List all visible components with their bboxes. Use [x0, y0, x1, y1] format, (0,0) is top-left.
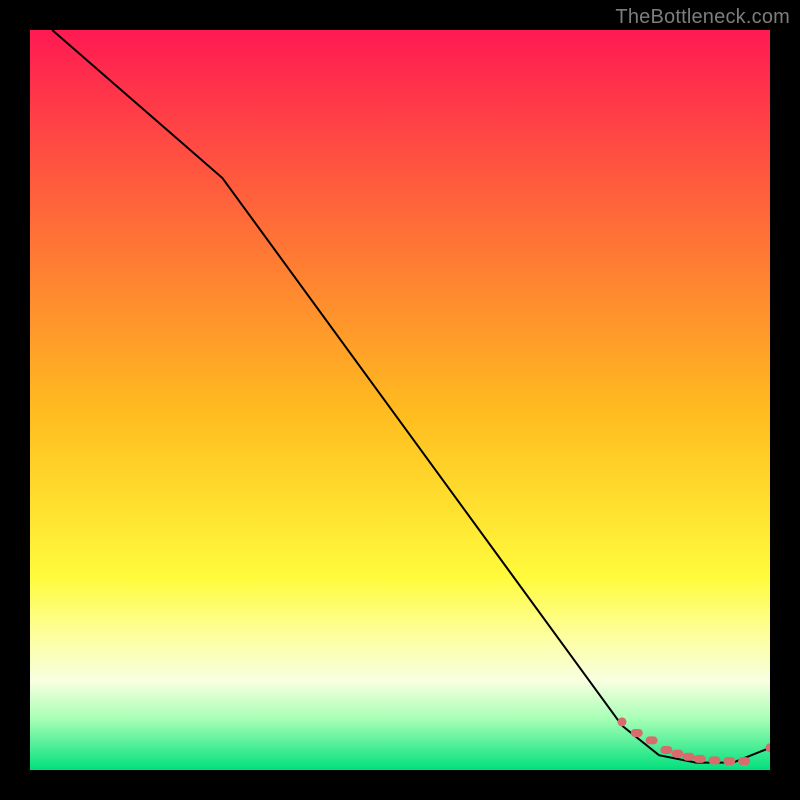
marker-dash	[660, 746, 672, 754]
marker-dash	[738, 757, 750, 765]
plot-area	[30, 30, 770, 770]
marker-dash	[646, 736, 658, 744]
chart-svg	[30, 30, 770, 770]
marker-dash	[631, 729, 643, 737]
marker-dash	[723, 757, 735, 765]
marker-dot	[618, 717, 627, 726]
gradient-background	[30, 30, 770, 770]
marker-dash	[672, 750, 684, 758]
marker-dash	[683, 753, 695, 761]
chart-stage: TheBottleneck.com	[0, 0, 800, 800]
marker-dash	[709, 756, 721, 764]
marker-dash	[694, 755, 706, 763]
watermark-text: TheBottleneck.com	[615, 6, 790, 29]
